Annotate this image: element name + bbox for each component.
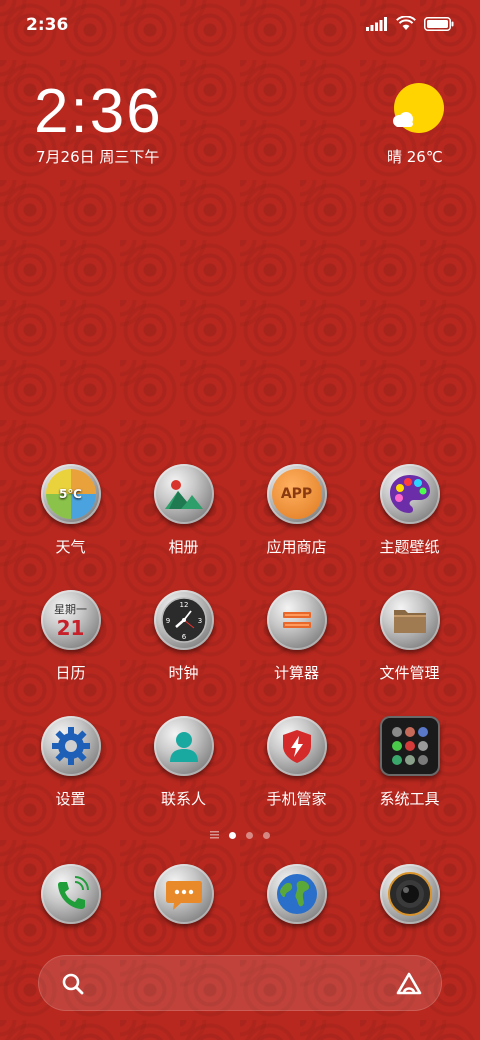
app-calendar[interactable]: 星期一 21 日历 [14,590,127,683]
svg-text:12: 12 [179,601,188,609]
status-icons [366,16,454,31]
calendar-icon: 星期一 21 [46,595,96,645]
gear-icon [51,727,90,765]
app-label: 应用商店 [266,538,327,556]
calendar-weekday: 星期一 [54,603,87,616]
page-dot-active [229,831,236,839]
camera-icon [387,872,432,916]
svg-text:9: 9 [165,617,169,625]
tools-icon [391,727,428,765]
dock-phone[interactable] [14,864,127,924]
app-label: 相册 [168,538,199,556]
menu-lines-icon [210,831,219,839]
app-label: 计算器 [273,664,319,682]
app-store-badge: APP [280,486,313,502]
app-weather[interactable]: 5℃ 天气 [14,464,127,557]
phone-icon [57,876,89,909]
app-label: 主题壁纸 [379,538,440,556]
assistant-icon[interactable] [395,971,423,997]
dock-camera[interactable] [353,864,466,924]
shield-icon [282,730,311,763]
app-label: 时钟 [168,664,199,682]
status-time: 2:36 [26,15,69,35]
app-label: 联系人 [160,790,206,808]
app-label: 文件管理 [379,664,440,682]
wifi-icon [396,16,416,30]
signal-icon [366,16,387,31]
app-store-icon: APP [271,469,322,519]
app-clock[interactable]: 12 3 6 9 时钟 [127,590,240,683]
page-indicator[interactable] [0,831,480,839]
calendar-day: 21 [56,616,85,640]
app-label: 天气 [55,538,86,556]
battery-icon [424,16,454,31]
calculator-icon [282,612,311,628]
status-bar: 2:36 [0,0,480,50]
message-icon [165,881,202,910]
dock-messages[interactable] [127,864,240,924]
gallery-icon [164,480,203,509]
app-label: 手机管家 [266,790,327,808]
weather-app-icon: 5℃ [45,469,96,519]
search-icon[interactable] [61,972,85,996]
weather-text: 晴 26℃ [387,148,443,166]
app-calculator[interactable]: 计算器 [240,590,353,683]
app-label: 系统工具 [379,790,440,808]
page-dot [246,831,253,839]
app-label: 日历 [55,664,86,682]
app-gallery[interactable]: 相册 [127,464,240,557]
palette-icon [389,475,430,513]
clock-widget-date: 7月26日 周三下午 [36,148,160,166]
app-store[interactable]: APP 应用商店 [240,464,353,557]
app-label: 设置 [55,790,86,808]
app-security[interactable]: 手机管家 [240,716,353,809]
sun-cloud-icon[interactable] [390,82,444,136]
weather-badge: 5℃ [59,487,82,501]
globe-icon [276,874,317,914]
svg-text:3: 3 [197,617,201,625]
clock-widget-time[interactable]: 2:36 [34,76,163,147]
app-files[interactable]: 文件管理 [353,590,466,683]
app-themes[interactable]: 主题壁纸 [353,464,466,557]
page-dot [263,831,270,839]
app-settings[interactable]: 设置 [14,716,127,809]
contact-icon [169,732,198,762]
app-tools[interactable]: 系统工具 [353,716,466,809]
clock-icon: 12 3 6 9 [160,597,207,643]
dock-browser[interactable] [240,864,353,924]
folder-icon [393,610,426,633]
svg-text:6: 6 [181,633,186,641]
search-bar[interactable] [38,955,442,1011]
app-contacts[interactable]: 联系人 [127,716,240,809]
